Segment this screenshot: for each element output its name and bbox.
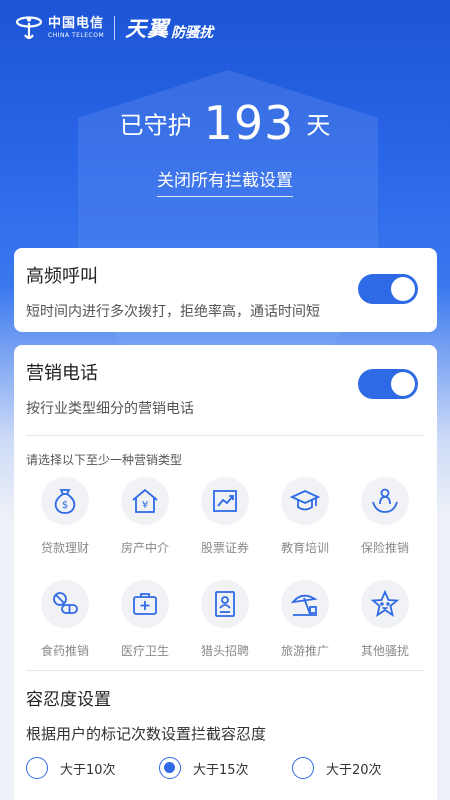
beach-umbrella-icon bbox=[281, 580, 329, 628]
radio-label: 大于10次 bbox=[60, 762, 116, 778]
carrier-wordmark: 中国电信 CHINA TELECOM bbox=[48, 17, 104, 39]
category-label: 猎头招聘 bbox=[200, 644, 249, 658]
category-loan-finance[interactable]: $ 贷款理财 bbox=[25, 477, 105, 556]
marketing-card: 营销电话 按行业类型细分的营销电话 请选择以下至少一种营销类型 $ 贷款理财 ¥ bbox=[14, 345, 437, 800]
high-frequency-toggle[interactable] bbox=[358, 274, 418, 304]
star-icon bbox=[361, 580, 409, 628]
category-label: 保险推销 bbox=[360, 541, 409, 555]
radio-circle bbox=[26, 757, 48, 779]
graduation-cap-icon bbox=[281, 477, 329, 525]
brand-divider bbox=[114, 16, 116, 40]
guard-prefix: 已守护 bbox=[119, 111, 192, 140]
category-tourism[interactable]: 旅游推广 bbox=[265, 580, 345, 659]
house-icon: ¥ bbox=[121, 477, 169, 525]
high-frequency-description: 短时间内进行多次拨打，拒绝率高，通话时间短 bbox=[26, 304, 320, 320]
category-headhunting[interactable]: 猎头招聘 bbox=[185, 580, 265, 659]
category-label: 贷款理财 bbox=[40, 541, 89, 555]
category-label: 食药推销 bbox=[40, 644, 89, 658]
category-stocks[interactable]: 股票证券 bbox=[185, 477, 265, 556]
carrier-name-en: CHINA TELECOM bbox=[48, 32, 105, 39]
guard-days-counter: 已守护 193 天 bbox=[0, 96, 450, 150]
high-frequency-card: 高频呼叫 短时间内进行多次拨打，拒绝率高，通话时间短 bbox=[14, 248, 437, 332]
radio-circle-checked bbox=[159, 757, 181, 779]
radio-label: 大于20次 bbox=[326, 762, 382, 778]
pills-icon bbox=[41, 580, 89, 628]
guard-days-value: 193 bbox=[203, 96, 295, 150]
category-label: 教育培训 bbox=[280, 541, 329, 555]
insurance-hands-icon bbox=[361, 477, 409, 525]
divider bbox=[26, 435, 425, 436]
divider bbox=[26, 670, 425, 671]
category-label: 其他骚扰 bbox=[360, 644, 409, 658]
category-label: 旅游推广 bbox=[280, 644, 329, 658]
radio-circle bbox=[292, 757, 314, 779]
carrier-name: 中国电信 bbox=[48, 16, 105, 31]
category-healthcare[interactable]: 医疗卫生 bbox=[105, 580, 185, 659]
radio-label: 大于15次 bbox=[193, 762, 249, 778]
stock-chart-icon bbox=[201, 477, 249, 525]
toggle-knob bbox=[391, 277, 415, 301]
category-other[interactable]: 其他骚扰 bbox=[345, 580, 425, 659]
category-food-medicine[interactable]: 食药推销 bbox=[25, 580, 105, 659]
close-all-intercepts-link[interactable]: 关闭所有拦截设置 bbox=[157, 166, 293, 197]
marketing-description: 按行业类型细分的营销电话 bbox=[26, 401, 194, 417]
tolerance-title: 容忍度设置 bbox=[26, 690, 111, 710]
category-label: 股票证券 bbox=[200, 541, 249, 555]
marketing-toggle[interactable] bbox=[358, 369, 418, 399]
svg-text:$: $ bbox=[62, 500, 68, 511]
product-suffix: 防骚扰 bbox=[171, 25, 214, 41]
category-label: 医疗卫生 bbox=[120, 644, 169, 658]
category-real-estate[interactable]: ¥ 房产中介 bbox=[105, 477, 185, 556]
marketing-title: 营销电话 bbox=[26, 363, 98, 384]
money-bag-icon: $ bbox=[41, 477, 89, 525]
svg-text:¥: ¥ bbox=[142, 500, 148, 511]
product-name: 天翼 bbox=[125, 17, 170, 41]
category-education[interactable]: 教育培训 bbox=[265, 477, 345, 556]
category-label: 房产中介 bbox=[120, 541, 169, 555]
brand-header: 中国电信 CHINA TELECOM 天翼 防骚扰 bbox=[14, 10, 213, 46]
resume-icon bbox=[201, 580, 249, 628]
tolerance-option-20[interactable]: 大于20次 bbox=[292, 757, 382, 779]
tolerance-description: 根据用户的标记次数设置拦截容忍度 bbox=[26, 725, 267, 743]
category-hint: 请选择以下至少一种营销类型 bbox=[26, 453, 183, 467]
medical-kit-icon bbox=[121, 580, 169, 628]
tolerance-option-15[interactable]: 大于15次 bbox=[159, 757, 249, 779]
category-insurance[interactable]: 保险推销 bbox=[345, 477, 425, 556]
tolerance-option-10[interactable]: 大于10次 bbox=[26, 757, 116, 779]
china-telecom-logo-icon bbox=[15, 16, 43, 40]
guard-suffix: 天 bbox=[306, 111, 331, 140]
high-frequency-title: 高频呼叫 bbox=[26, 266, 98, 287]
toggle-knob bbox=[391, 372, 415, 396]
